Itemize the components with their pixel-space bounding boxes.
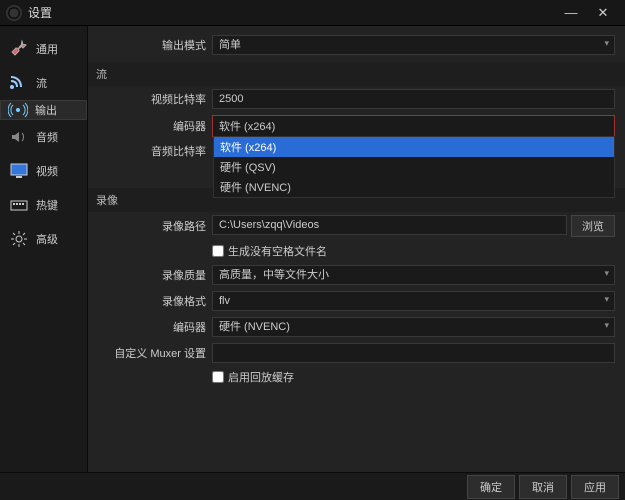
close-button[interactable]: ✕: [587, 5, 619, 21]
sidebar-item-stream[interactable]: 流: [0, 66, 87, 100]
apply-button[interactable]: 应用: [571, 475, 619, 499]
sidebar-item-advanced[interactable]: 高级: [0, 222, 87, 256]
encoder-dropdown-list: 软件 (x264) 硬件 (QSV) 硬件 (NVENC): [213, 136, 615, 198]
output-mode-select[interactable]: 简单: [212, 35, 615, 55]
rec-quality-label: 录像质量: [98, 267, 206, 283]
encoder-value: 软件 (x264): [213, 116, 614, 136]
replay-checkbox[interactable]: [212, 371, 224, 383]
sidebar-item-video[interactable]: 视频: [0, 154, 87, 188]
replay-label: 启用回放缓存: [228, 369, 294, 385]
video-bitrate-label: 视频比特率: [98, 91, 206, 107]
encoder-label: 编码器: [98, 118, 206, 134]
rec-quality-select[interactable]: 高质量，中等文件大小: [212, 265, 615, 285]
video-bitrate-input[interactable]: [212, 89, 615, 109]
rec-encoder-label: 编码器: [98, 319, 206, 335]
sidebar-item-label: 热键: [36, 197, 58, 213]
antenna-icon: [7, 99, 29, 121]
encoder-option[interactable]: 硬件 (QSV): [214, 157, 614, 177]
rec-path-label: 录像路径: [98, 218, 206, 234]
keyboard-icon: [8, 194, 30, 216]
encoder-option[interactable]: 硬件 (NVENC): [214, 177, 614, 197]
wrench-icon: [8, 38, 30, 60]
audio-bitrate-label: 音频比特率: [98, 143, 206, 159]
encoder-select[interactable]: 软件 (x264) 软件 (x264) 硬件 (QSV) 硬件 (NVENC): [212, 115, 615, 137]
output-mode-label: 输出模式: [98, 37, 206, 53]
stream-section-header: 流: [88, 62, 625, 86]
title-bar: 设置 — ✕: [0, 0, 625, 26]
sidebar-item-audio[interactable]: 音频: [0, 120, 87, 154]
sidebar-item-label: 输出: [35, 102, 57, 118]
sidebar-item-output[interactable]: 输出: [0, 100, 87, 120]
stream-icon: [8, 72, 30, 94]
nospace-label: 生成没有空格文件名: [228, 243, 327, 259]
window-title: 设置: [28, 4, 555, 21]
ok-button[interactable]: 确定: [467, 475, 515, 499]
sidebar-item-label: 高级: [36, 231, 58, 247]
nospace-checkbox[interactable]: [212, 245, 224, 257]
sidebar-item-label: 流: [36, 75, 47, 91]
sidebar-item-label: 音频: [36, 129, 58, 145]
gear-icon: [8, 228, 30, 250]
muxer-input[interactable]: [212, 343, 615, 363]
app-logo-icon: [6, 5, 22, 21]
footer-buttons: 确定 取消 应用: [0, 472, 625, 500]
cancel-button[interactable]: 取消: [519, 475, 567, 499]
rec-path-input[interactable]: [212, 215, 567, 235]
monitor-icon: [8, 160, 30, 182]
sidebar-item-label: 通用: [36, 41, 58, 57]
sidebar-item-label: 视频: [36, 163, 58, 179]
content-panel: 输出模式 简单 流 视频比特率 编码器 软件 (x264) 软件 (x264) …: [88, 26, 625, 472]
browse-button[interactable]: 浏览: [571, 215, 615, 237]
sidebar-item-hotkeys[interactable]: 热键: [0, 188, 87, 222]
sidebar-item-general[interactable]: 通用: [0, 32, 87, 66]
speaker-icon: [8, 126, 30, 148]
rec-format-label: 录像格式: [98, 293, 206, 309]
muxer-label: 自定义 Muxer 设置: [98, 345, 206, 361]
rec-encoder-select[interactable]: 硬件 (NVENC): [212, 317, 615, 337]
encoder-option[interactable]: 软件 (x264): [214, 137, 614, 157]
rec-format-select[interactable]: flv: [212, 291, 615, 311]
sidebar: 通用 流 输出 音频 视频 热键 高级: [0, 26, 88, 472]
minimize-button[interactable]: —: [555, 5, 587, 20]
